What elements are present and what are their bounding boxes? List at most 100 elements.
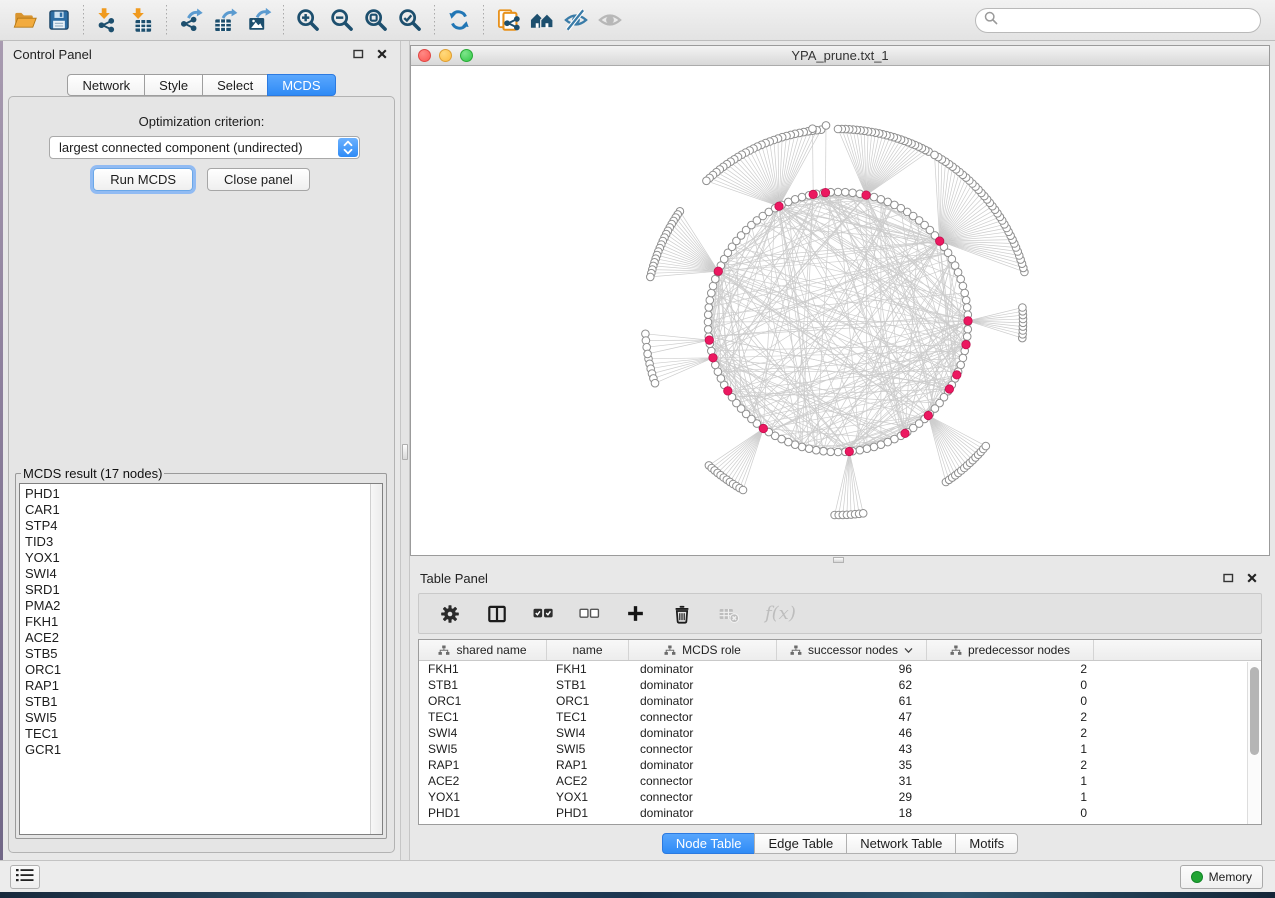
mcds-result-list[interactable]: PHD1CAR1STP4TID3YOX1SWI4SRD1PMA2FKH1ACE2…	[19, 483, 383, 835]
table-row[interactable]: PHD1PHD1dominator180	[419, 805, 1261, 821]
zoom-selected-button[interactable]	[393, 4, 427, 36]
table-row[interactable]: SWI5SWI5connector431	[419, 741, 1261, 757]
minimize-window-icon[interactable]	[439, 49, 452, 62]
deselect-all-button[interactable]	[579, 603, 600, 624]
mcds-result-item[interactable]: ACE2	[25, 630, 382, 646]
export-network-button[interactable]	[174, 4, 208, 36]
mcds-result-item[interactable]: TEC1	[25, 726, 382, 742]
mcds-result-item[interactable]: GCR1	[25, 742, 382, 758]
toolbar-separator	[483, 5, 484, 35]
mcds-result-item[interactable]: PMA2	[25, 598, 382, 614]
mcds-result-item[interactable]: STP4	[25, 518, 382, 534]
window-controls	[418, 49, 473, 62]
toolbar-separator	[283, 5, 284, 35]
tab-network-table[interactable]: Network Table	[846, 833, 956, 854]
close-table-panel-button[interactable]	[1244, 570, 1260, 586]
export-network-icon	[178, 7, 204, 33]
column-header-successor-nodes[interactable]: successor nodes	[777, 640, 927, 660]
import-table-button[interactable]	[125, 4, 159, 36]
table-row[interactable]: TEC1TEC1connector472	[419, 709, 1261, 725]
tab-node-table[interactable]: Node Table	[662, 833, 756, 854]
mcds-result-item[interactable]: STB5	[25, 646, 382, 662]
mcds-result-item[interactable]: SWI4	[25, 566, 382, 582]
mcds-result-item[interactable]: SWI5	[25, 710, 382, 726]
network-canvas[interactable]	[411, 66, 1269, 555]
criterion-select[interactable]: largest connected component (undirected)	[49, 136, 360, 159]
toolbar-separator	[83, 5, 84, 35]
search-input[interactable]	[1003, 11, 1260, 31]
delete-column-button[interactable]	[671, 603, 693, 625]
close-panel-action-button[interactable]: Close panel	[207, 168, 310, 191]
table-scrollbar[interactable]	[1247, 662, 1260, 824]
mcds-result-item[interactable]: STB1	[25, 694, 382, 710]
mcds-list-scrollbar[interactable]	[370, 484, 382, 834]
zoom-selected-icon	[397, 7, 423, 33]
select-all-button[interactable]	[533, 603, 554, 624]
table-row[interactable]: ACE2ACE2connector311	[419, 773, 1261, 789]
network-window-titlebar[interactable]: YPA_prune.txt_1	[411, 46, 1269, 66]
tab-edge-table[interactable]: Edge Table	[754, 833, 847, 854]
column-header-name[interactable]: name	[547, 640, 629, 660]
mcds-result-item[interactable]: FKH1	[25, 614, 382, 630]
open-file-button[interactable]	[8, 4, 42, 36]
column-header-filler	[1094, 640, 1261, 660]
splitter-handle[interactable]	[402, 444, 408, 460]
table-settings-button[interactable]	[439, 603, 461, 625]
show-hidden-button[interactable]	[593, 4, 627, 36]
function-builder-button[interactable]: f(x)	[765, 603, 796, 624]
mcds-result-item[interactable]: CAR1	[25, 502, 382, 518]
mcds-result-item[interactable]: TID3	[25, 534, 382, 550]
column-header-predecessor-nodes[interactable]: predecessor nodes	[927, 640, 1094, 660]
horizontal-splitter-handle[interactable]	[833, 557, 844, 563]
search-box[interactable]	[975, 8, 1261, 33]
table-row[interactable]: YOX1YOX1connector291	[419, 789, 1261, 805]
table-row[interactable]: ORC1ORC1dominator610	[419, 693, 1261, 709]
task-history-button[interactable]	[10, 865, 40, 889]
show-columns-button[interactable]	[486, 603, 508, 625]
tab-mcds[interactable]: MCDS	[267, 74, 335, 96]
table-row[interactable]: FKH1FKH1dominator962	[419, 661, 1261, 677]
run-mcds-button[interactable]: Run MCDS	[93, 168, 193, 191]
tab-select[interactable]: Select	[202, 74, 268, 96]
close-panel-button[interactable]	[374, 46, 390, 62]
export-table-button[interactable]	[208, 4, 242, 36]
folder-open-icon	[12, 7, 38, 33]
table-row[interactable]: SWI4SWI4dominator462	[419, 725, 1261, 741]
network-graph[interactable]	[411, 66, 1269, 555]
import-network-button[interactable]	[91, 4, 125, 36]
add-column-button[interactable]	[625, 603, 646, 624]
maximize-window-icon[interactable]	[460, 49, 473, 62]
vertical-splitter[interactable]	[400, 41, 410, 860]
mcds-result-item[interactable]: YOX1	[25, 550, 382, 566]
table-panel-tabs: Node TableEdge TableNetwork TableMotifs	[410, 833, 1270, 854]
apply-layout-button[interactable]	[442, 4, 476, 36]
column-header-shared-name[interactable]: shared name	[419, 640, 547, 660]
mcds-panel: Optimization criterion: largest connecte…	[8, 96, 395, 853]
float-panel-button[interactable]	[350, 46, 366, 62]
delete-table-button[interactable]	[718, 603, 740, 625]
network-document-button[interactable]	[491, 4, 525, 36]
table-scrollbar-thumb[interactable]	[1250, 667, 1259, 755]
zoom-out-button[interactable]	[325, 4, 359, 36]
column-header-MCDS-role[interactable]: MCDS role	[629, 640, 777, 660]
tab-motifs[interactable]: Motifs	[955, 833, 1018, 854]
mcds-result-item[interactable]: SRD1	[25, 582, 382, 598]
mcds-result-item[interactable]: ORC1	[25, 662, 382, 678]
mcds-result-item[interactable]: RAP1	[25, 678, 382, 694]
tab-network[interactable]: Network	[67, 74, 145, 96]
show-all-networks-button[interactable]	[525, 4, 559, 36]
zoom-fit-button[interactable]	[359, 4, 393, 36]
control-panel-header: Control Panel	[3, 41, 400, 67]
main-toolbar	[0, 0, 1275, 41]
memory-button[interactable]: Memory	[1180, 865, 1263, 889]
float-table-panel-button[interactable]	[1220, 570, 1236, 586]
table-row[interactable]: STB1STB1dominator620	[419, 677, 1261, 693]
export-image-button[interactable]	[242, 4, 276, 36]
hide-selected-button[interactable]	[559, 4, 593, 36]
table-row[interactable]: RAP1RAP1dominator352	[419, 757, 1261, 773]
close-window-icon[interactable]	[418, 49, 431, 62]
save-session-button[interactable]	[42, 4, 76, 36]
tab-style[interactable]: Style	[144, 74, 203, 96]
zoom-in-button[interactable]	[291, 4, 325, 36]
mcds-result-item[interactable]: PHD1	[25, 486, 382, 502]
